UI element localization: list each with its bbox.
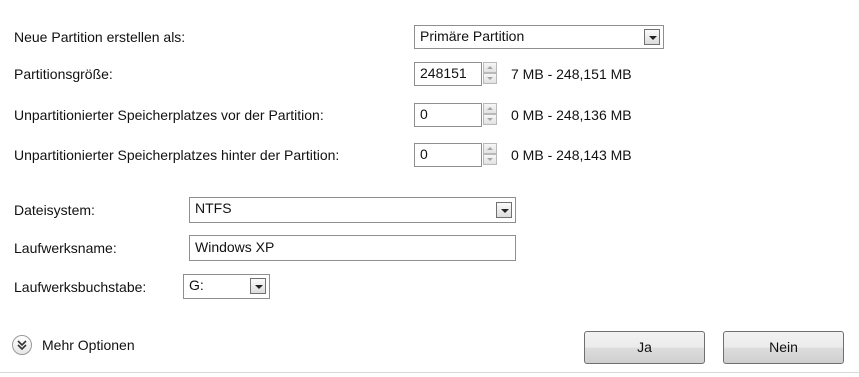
space-after-range: 0 MB - 248,143 MB: [511, 147, 632, 163]
partition-size-input[interactable]: 248151: [414, 62, 482, 86]
file-system-label: Dateisystem:: [14, 202, 95, 218]
space-before-spinner[interactable]: [483, 103, 497, 126]
file-system-select[interactable]: NTFS: [189, 197, 516, 223]
space-before-input[interactable]: 0: [414, 103, 482, 127]
partition-type-value: Primäre Partition: [420, 28, 525, 44]
partition-size-label: Partitionsgröße:: [14, 66, 113, 82]
drive-letter-select[interactable]: G:: [183, 274, 270, 299]
volume-name-value: Windows XP: [195, 239, 275, 255]
chevron-down-icon[interactable]: [644, 29, 660, 45]
file-system-value: NTFS: [195, 200, 232, 216]
double-chevron-down-icon[interactable]: [12, 335, 32, 355]
more-options-toggle[interactable]: Mehr Optionen: [12, 334, 182, 356]
drive-letter-value: G:: [189, 277, 204, 293]
yes-button[interactable]: Ja: [584, 331, 705, 364]
spin-down-icon[interactable]: [483, 154, 497, 165]
spin-down-icon[interactable]: [483, 114, 497, 125]
partition-size-spinner[interactable]: [483, 62, 497, 85]
space-after-value: 0: [420, 146, 428, 162]
space-before-value: 0: [420, 106, 428, 122]
partition-size-range: 7 MB - 248,151 MB: [511, 66, 632, 82]
partition-type-select[interactable]: Primäre Partition: [414, 25, 664, 49]
partition-type-label: Neue Partition erstellen als:: [14, 29, 186, 45]
spin-up-icon[interactable]: [483, 62, 497, 73]
space-after-input[interactable]: 0: [414, 143, 482, 167]
no-button[interactable]: Nein: [723, 331, 844, 364]
drive-letter-label: Laufwerksbuchstabe:: [14, 279, 147, 295]
chevron-down-icon[interactable]: [496, 202, 512, 218]
space-after-label: Unpartitionierter Speicherplatzes hinter…: [14, 147, 340, 163]
space-before-range: 0 MB - 248,136 MB: [511, 107, 632, 123]
space-before-label: Unpartitionierter Speicherplatzes vor de…: [14, 107, 324, 123]
yes-button-label: Ja: [637, 339, 652, 355]
partition-size-value: 248151: [420, 65, 467, 81]
chevron-down-icon[interactable]: [250, 278, 266, 294]
more-options-label: Mehr Optionen: [42, 337, 135, 353]
bottom-divider: [0, 372, 859, 373]
space-after-spinner[interactable]: [483, 143, 497, 166]
volume-name-input[interactable]: Windows XP: [189, 235, 516, 261]
spin-up-icon[interactable]: [483, 143, 497, 154]
no-button-label: Nein: [769, 339, 798, 355]
spin-down-icon[interactable]: [483, 73, 497, 84]
spin-up-icon[interactable]: [483, 103, 497, 114]
volume-name-label: Laufwerksname:: [14, 240, 117, 256]
